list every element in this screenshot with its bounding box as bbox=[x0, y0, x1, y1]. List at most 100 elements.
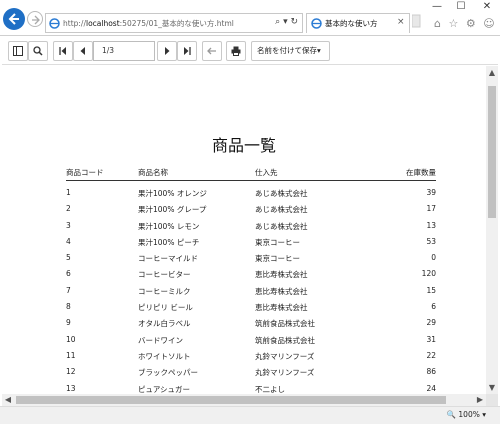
scroll-down-icon[interactable]: ▼ bbox=[486, 383, 498, 392]
cell-code: 8 bbox=[66, 302, 71, 312]
table-row: 7 コーヒーミルク 恵比寿株式会社 15 bbox=[66, 286, 436, 302]
table-row: 6 コーヒービター 恵比寿株式会社 120 bbox=[66, 269, 436, 285]
horizontal-scroll-thumb[interactable] bbox=[16, 396, 446, 404]
cell-stock: 31 bbox=[426, 334, 436, 344]
tab-close-icon[interactable]: × bbox=[397, 17, 405, 27]
scroll-left-icon[interactable]: ◀ bbox=[2, 395, 14, 404]
undo-arrow-icon bbox=[207, 47, 216, 55]
table-row: 4 果汁100% ピーチ 東京コーヒー 53 bbox=[66, 237, 436, 253]
product-table-body: 1 果汁100% オレンジ あじあ株式会社 39 2 果汁100% グレープ あじあ株式会社… bbox=[66, 188, 436, 394]
header-supplier: 仕入先 bbox=[255, 168, 278, 177]
cell-code: 1 bbox=[66, 188, 71, 197]
cell-code: 12 bbox=[66, 367, 76, 377]
window-controls: — ☐ ✕ bbox=[420, 0, 500, 12]
cell-name: ピリピリ ビール bbox=[138, 303, 193, 313]
url-path: :50275/01_基本的な使い方.html bbox=[119, 19, 234, 28]
cell-name: コーヒービター bbox=[138, 270, 191, 280]
cell-name: 果汁100% オレンジ bbox=[138, 189, 207, 198]
save-as-dropdown[interactable]: 名前を付けて保存▾ bbox=[251, 41, 330, 61]
ie-tab-icon bbox=[311, 18, 322, 29]
cell-stock: 15 bbox=[426, 285, 436, 295]
cell-code: 5 bbox=[66, 253, 71, 263]
address-bar[interactable]: http://localhost:50275/01_基本的な使い方.html ⌕… bbox=[45, 13, 303, 33]
cell-name: オタル白ラベル bbox=[138, 319, 191, 329]
cell-supplier: 丸鈴マリンフーズ bbox=[255, 351, 315, 361]
back-button[interactable] bbox=[3, 8, 25, 30]
browser-titlebar: http://localhost:50275/01_基本的な使い方.html ⌕… bbox=[0, 0, 500, 36]
forward-button[interactable] bbox=[27, 11, 43, 27]
first-page-icon bbox=[59, 47, 66, 55]
report-page: 商品一覧 商品コード 商品名称 仕入先 在庫数量 1 果汁100% オレンジ あじあ… bbox=[2, 66, 486, 394]
search-refresh-icons[interactable]: ⌕ ▾ ↻ bbox=[275, 17, 298, 27]
cell-stock: 39 bbox=[426, 188, 436, 197]
cell-code: 10 bbox=[66, 334, 76, 344]
cell-supplier: あじあ株式会社 bbox=[255, 221, 308, 231]
maximize-icon[interactable]: ☐ bbox=[448, 0, 474, 14]
scroll-right-icon[interactable]: ▶ bbox=[474, 395, 486, 404]
cell-supplier: 丸鈴マリンフーズ bbox=[255, 368, 315, 378]
cell-stock: 24 bbox=[426, 383, 436, 393]
close-window-icon[interactable]: ✕ bbox=[474, 0, 500, 14]
table-row: 5 コーヒーマイルド 東京コーヒー 0 bbox=[66, 253, 436, 269]
cell-code: 7 bbox=[66, 285, 71, 295]
minimize-icon[interactable]: — bbox=[424, 0, 450, 14]
cell-stock: 86 bbox=[426, 367, 436, 377]
next-page-icon bbox=[165, 47, 170, 55]
horizontal-scrollbar[interactable]: ◀ ▶ bbox=[2, 394, 486, 406]
scroll-up-icon[interactable]: ▲ bbox=[486, 68, 498, 77]
cell-name: ピュアシュガー bbox=[138, 384, 191, 394]
ie-page-icon bbox=[49, 18, 60, 29]
cell-name: 果汁100% レモン bbox=[138, 221, 200, 231]
header-divider bbox=[66, 180, 436, 181]
cell-stock: 22 bbox=[426, 350, 436, 360]
toggle-sidebar-button[interactable] bbox=[8, 41, 28, 61]
cell-code: 9 bbox=[66, 318, 71, 328]
print-button[interactable] bbox=[226, 41, 246, 61]
header-name: 商品名称 bbox=[138, 168, 168, 177]
cell-supplier: あじあ株式会社 bbox=[255, 189, 308, 198]
previous-page-button[interactable] bbox=[73, 41, 93, 61]
cell-supplier: 筑前食品株式会社 bbox=[255, 335, 315, 345]
cell-name: ホワイトソルト bbox=[138, 351, 191, 361]
table-row: 11 ホワイトソルト 丸鈴マリンフーズ 22 bbox=[66, 351, 436, 367]
report-viewer-toolbar: 1/3 名前を付けて保存▾ bbox=[2, 37, 498, 65]
cell-name: コーヒーマイルド bbox=[138, 254, 198, 264]
new-tab-button[interactable] bbox=[411, 13, 430, 31]
search-button[interactable] bbox=[28, 41, 48, 61]
vertical-scrollbar[interactable]: ▲ ▼ bbox=[486, 66, 498, 394]
last-page-button[interactable] bbox=[177, 41, 197, 61]
forward-arrow-icon bbox=[32, 15, 40, 25]
next-page-button[interactable] bbox=[157, 41, 177, 61]
scrollbar-corner bbox=[486, 394, 498, 406]
first-page-button[interactable] bbox=[53, 41, 73, 61]
vertical-scroll-thumb[interactable] bbox=[488, 86, 496, 218]
header-code: 商品コード bbox=[66, 168, 104, 177]
url-prefix: http:// bbox=[63, 19, 86, 28]
browser-tool-icons[interactable]: ⌂ ☆ ⚙ ☺ bbox=[434, 17, 498, 31]
cell-supplier: 筑前食品株式会社 bbox=[255, 319, 315, 329]
table-row: 12 ブラックペッパー 丸鈴マリンフーズ 86 bbox=[66, 367, 436, 383]
cell-stock: 53 bbox=[426, 236, 436, 246]
address-url[interactable]: http://localhost:50275/01_基本的な使い方.html bbox=[63, 18, 234, 29]
cell-stock: 13 bbox=[426, 220, 436, 230]
back-to-parent-button[interactable] bbox=[202, 41, 222, 61]
zoom-level[interactable]: 🔍 100% ▾ bbox=[447, 410, 486, 419]
page-number-input[interactable]: 1/3 bbox=[93, 41, 155, 61]
cell-supplier: 東京コーヒー bbox=[255, 237, 300, 247]
cell-code: 11 bbox=[66, 350, 76, 360]
last-page-icon bbox=[184, 47, 191, 55]
cell-code: 6 bbox=[66, 269, 71, 279]
status-bar: 🔍 100% ▾ bbox=[0, 406, 500, 424]
print-icon bbox=[231, 46, 241, 56]
browser-tab[interactable]: 基本的な使い方 × bbox=[306, 13, 410, 33]
cell-name: 果汁100% ピーチ bbox=[138, 237, 200, 247]
cell-supplier: 恵比寿株式会社 bbox=[255, 286, 308, 296]
cell-supplier: 不二よし bbox=[255, 384, 285, 394]
table-row: 9 オタル白ラベル 筑前食品株式会社 29 bbox=[66, 318, 436, 334]
cell-supplier: 恵比寿株式会社 bbox=[255, 303, 308, 313]
table-row: 10 バードワイン 筑前食品株式会社 31 bbox=[66, 335, 436, 351]
table-row: 2 果汁100% グレープ あじあ株式会社 17 bbox=[66, 204, 436, 220]
cell-name: ブラックペッパー bbox=[138, 368, 198, 378]
cell-name: コーヒーミルク bbox=[138, 286, 191, 296]
cell-supplier: 恵比寿株式会社 bbox=[255, 270, 308, 280]
